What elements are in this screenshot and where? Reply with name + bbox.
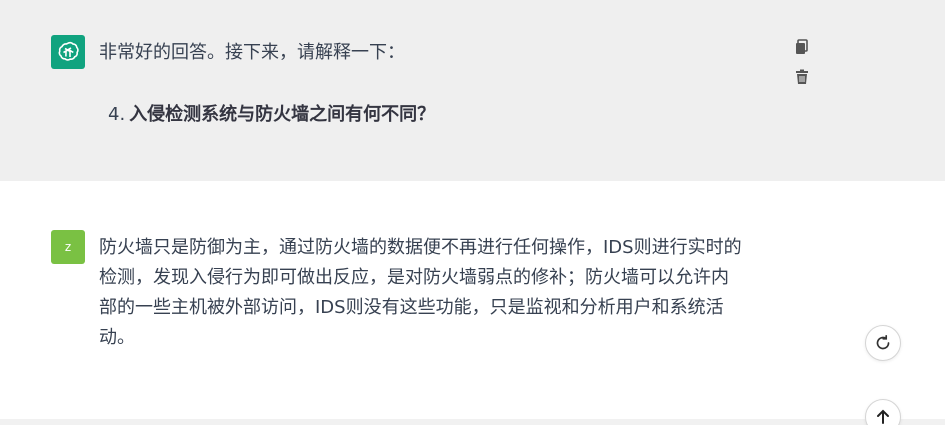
- copy-icon[interactable]: [793, 38, 811, 56]
- message-text: 非常好的回答。接下来，请解释一下：: [99, 42, 405, 63]
- text-line: 检测，发现入侵行为即可做出反应，是对防火墙弱点的修补；防火墙可以允许内: [99, 267, 729, 288]
- regenerate-icon: [876, 334, 890, 350]
- text-line: 防火墙只是防御为主，通过防火墙的数据便不再进行任何操作，IDS则进行实时的: [99, 237, 742, 258]
- chat-page: 非常好的回答。接下来，请解释一下： 4. 入侵检测系统与防火墙之间有何不同？ z…: [0, 0, 945, 425]
- user-avatar: z: [51, 230, 85, 264]
- text-line: 动。: [99, 327, 135, 348]
- list-item: 4. 入侵检测系统与防火墙之间有何不同？: [108, 103, 435, 127]
- arrow-up-icon: [877, 409, 889, 424]
- message-text: 防火墙只是防御为主，通过防火墙的数据便不再进行任何操作，IDS则进行实时的 检测…: [99, 233, 814, 353]
- openai-logo-icon: [51, 35, 85, 69]
- regenerate-button[interactable]: [865, 325, 901, 361]
- list-item-text: 入侵检测系统与防火墙之间有何不同？: [129, 104, 436, 125]
- text-line: 部的一些主机被外部访问，IDS则没有这些功能，只是监视和分析用户和系统活: [99, 297, 724, 318]
- trash-icon[interactable]: [793, 68, 811, 86]
- list-number: 4.: [108, 104, 126, 125]
- assistant-message: 非常好的回答。接下来，请解释一下： 4. 入侵检测系统与防火墙之间有何不同？: [0, 0, 945, 181]
- input-area-edge: [0, 419, 945, 425]
- message-actions: [793, 38, 811, 98]
